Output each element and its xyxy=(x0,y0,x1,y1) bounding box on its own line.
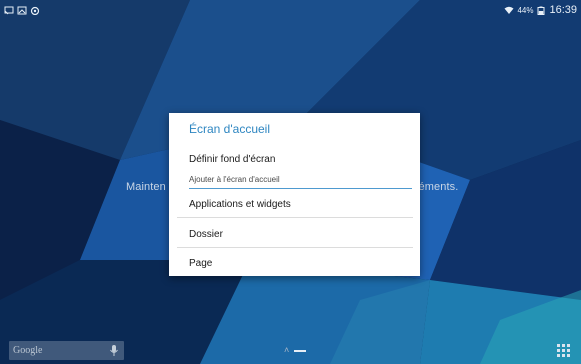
image-icon xyxy=(17,6,27,14)
menu-item-page[interactable]: Page xyxy=(189,258,212,269)
status-bar: 44% 16:39 xyxy=(0,0,581,20)
search-hint: Google xyxy=(13,345,43,356)
background-hint-left: Mainten xyxy=(126,181,166,193)
cast-icon xyxy=(4,6,14,14)
battery-percent: 44% xyxy=(517,5,534,15)
menu-item-folder[interactable]: Dossier xyxy=(189,229,223,240)
system-icons: 44% 16:39 xyxy=(504,4,581,16)
menu-item-apps-widgets[interactable]: Applications et widgets xyxy=(189,199,291,210)
dialog-title: Écran d'accueil xyxy=(189,122,270,136)
clock: 16:39 xyxy=(549,4,577,16)
gallery-icon xyxy=(30,6,40,15)
notification-icons xyxy=(0,6,40,15)
apps-grid-icon[interactable] xyxy=(557,344,570,357)
menu-item-set-wallpaper[interactable]: Définir fond d'écran xyxy=(189,154,275,165)
current-page-indicator xyxy=(294,349,307,352)
google-search-bar[interactable]: Google xyxy=(9,341,124,360)
home-indicator-icon: ˄ xyxy=(284,345,290,355)
background-hint-right: léments. xyxy=(416,181,459,193)
home-screen-dialog: Écran d'accueil Définir fond d'écran Ajo… xyxy=(169,113,420,276)
battery-icon xyxy=(537,6,545,15)
divider xyxy=(177,247,413,248)
menu-item-add-to-home[interactable]: Ajouter à l'écran d'accueil xyxy=(189,175,412,189)
wifi-icon xyxy=(504,6,514,14)
mic-icon[interactable] xyxy=(109,344,119,357)
page-indicator[interactable]: ˄ xyxy=(284,345,307,355)
divider xyxy=(177,217,413,218)
